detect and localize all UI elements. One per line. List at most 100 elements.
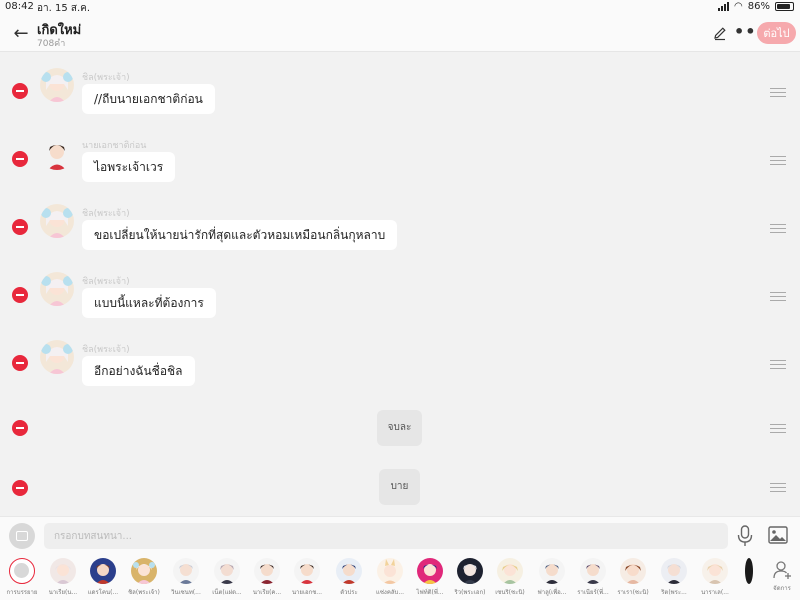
sender-name: นายเอกชาติก่อน: [82, 141, 147, 151]
character-avatar: [497, 558, 523, 584]
character-label: เน็ต(แฝด...: [212, 589, 242, 596]
character-item[interactable]: แซ่งคลับ...: [370, 558, 410, 600]
message-bubble[interactable]: ขอเปลี่ยนให้นายน่ารักที่สุดและตัวหอมเหมื…: [82, 220, 398, 250]
character-avatar: [661, 558, 687, 584]
manage-characters-icon[interactable]: [772, 560, 792, 580]
character-avatar: [214, 558, 240, 584]
character-item[interactable]: ชิล(พระเจ้า): [124, 558, 164, 600]
message-bubble[interactable]: //ถีบนายเอกชาติก่อน: [82, 84, 215, 114]
character-label: แซ่งคลับ...: [375, 589, 405, 596]
character-narration[interactable]: การบรรยาย: [2, 558, 42, 600]
sender-name: ชิล(พระเจ้า): [82, 345, 130, 355]
character-label: นาเรีย(ค...: [252, 589, 282, 596]
character-label: ราเนียร์(พี่...: [577, 589, 609, 596]
wifi-icon: ◠: [734, 1, 743, 12]
message-bubble[interactable]: ไอพระเจ้าเวร: [82, 152, 176, 182]
delete-icon[interactable]: [12, 287, 28, 303]
delete-icon[interactable]: [12, 151, 28, 167]
narration-bubble[interactable]: จบละ: [377, 410, 422, 446]
character-item[interactable]: ราเรา(ซะนิ): [613, 558, 653, 600]
character-item[interactable]: ริต(พระ...: [654, 558, 694, 600]
message-row: บาย: [0, 461, 800, 521]
manage-label: จัดการ: [773, 585, 791, 592]
next-button[interactable]: ต่อไป: [757, 22, 796, 44]
character-avatar: [745, 558, 753, 584]
character-avatar: [417, 558, 443, 584]
drag-handle-icon[interactable]: [770, 424, 786, 434]
drag-handle-icon[interactable]: [770, 88, 786, 98]
character-bar: การบรรยาย นาเรีย(น... แดรโคน(... ชิล(พระ…: [0, 552, 800, 600]
delete-icon[interactable]: [12, 219, 28, 235]
message-row: ชิล(พระเจ้า) //ถีบนายเอกชาติก่อน: [0, 62, 800, 122]
character-item[interactable]: เน็ต(แฝด...: [207, 558, 247, 600]
character-label: ริต(พระ...: [661, 589, 687, 596]
character-item[interactable]: นายเอกช...: [287, 558, 327, 600]
status-indicators: ◠ 86%: [718, 1, 794, 12]
signal-icon: [718, 2, 730, 11]
sender-name: ชิล(พระเจ้า): [82, 209, 130, 219]
character-label: ชิล(พระเจ้า): [128, 589, 160, 596]
drag-handle-icon[interactable]: [770, 224, 786, 234]
character-avatar: [173, 558, 199, 584]
character-item[interactable]: แดรโคน(...: [83, 558, 123, 600]
character-item[interactable]: ราเนียร์(พี่...: [573, 558, 613, 600]
message-type-icon[interactable]: [9, 523, 35, 549]
pencil-icon[interactable]: [712, 25, 728, 41]
image-icon[interactable]: [768, 526, 788, 544]
narration-bubble[interactable]: บาย: [379, 469, 420, 505]
delete-icon[interactable]: [12, 355, 28, 371]
back-arrow-icon[interactable]: ←: [10, 23, 32, 45]
status-date: อา. 15 ส.ค.: [37, 3, 91, 14]
delete-icon[interactable]: [12, 420, 28, 436]
delete-icon[interactable]: [12, 83, 28, 99]
character-avatar: [254, 558, 280, 584]
drag-handle-icon[interactable]: [770, 156, 786, 166]
message-bubble[interactable]: แบบนี้แหละที่ต้องการ: [82, 288, 216, 318]
drag-handle-icon[interactable]: [770, 483, 786, 493]
drag-handle-icon[interactable]: [770, 292, 786, 302]
character-label: ริว(พระเอก): [454, 589, 486, 596]
character-item[interactable]: ฟาลู(เพื่อ...: [532, 558, 572, 600]
avatar-chil: [40, 204, 74, 238]
character-avatar: [90, 558, 116, 584]
battery-percent: 86%: [747, 1, 770, 12]
character-item[interactable]: ริว(พระเอก): [450, 558, 490, 600]
avatar-chil: [40, 272, 74, 306]
character-avatar: [131, 558, 157, 584]
character-item[interactable]: นาเรีย(น...: [43, 558, 83, 600]
character-label: ราเรา(ซะนิ): [617, 589, 649, 596]
avatar-chil: [40, 68, 74, 102]
message-row: ชิล(พระเจ้า) แบบนี้แหละที่ต้องการ: [0, 266, 800, 326]
character-item-partial[interactable]: [736, 558, 756, 600]
message-row: นายเอกชาติก่อน ไอพระเจ้าเวร: [0, 130, 800, 190]
status-time: 08:42: [5, 1, 34, 12]
character-item[interactable]: ตัวประ: [329, 558, 369, 600]
battery-icon: [775, 2, 794, 11]
message-input[interactable]: [44, 523, 728, 549]
character-label: ตัวประ: [340, 589, 358, 596]
character-label: ฟาลู(เพื่อ...: [537, 589, 567, 596]
character-item[interactable]: ไฟท์ติ(พี่...: [410, 558, 450, 600]
character-label: แดรโคน(...: [87, 589, 119, 596]
narration-avatar: [9, 558, 35, 584]
delete-icon[interactable]: [12, 480, 28, 496]
character-item[interactable]: นาเรีย(ค...: [247, 558, 287, 600]
character-avatar: [50, 558, 76, 584]
character-label: นายเอกช...: [291, 589, 323, 596]
character-label: วินเซนท(...: [171, 589, 201, 596]
avatar-chil: [40, 340, 74, 374]
character-avatar: [457, 558, 483, 584]
character-item[interactable]: เซนริ(ซะนิ): [490, 558, 530, 600]
character-avatar: [294, 558, 320, 584]
microphone-icon[interactable]: [736, 525, 754, 547]
character-label: ไฟท์ติ(พี่...: [416, 589, 444, 596]
character-avatar: [377, 558, 403, 584]
message-bubble[interactable]: อีกอย่างฉันชื่อชิล: [82, 356, 195, 386]
status-bar: 08:42 อา. 15 ส.ค. ◠ 86%: [0, 0, 800, 16]
drag-handle-icon[interactable]: [770, 360, 786, 370]
sender-name: ชิล(พระเจ้า): [82, 73, 130, 83]
character-item[interactable]: วินเซนท(...: [166, 558, 206, 600]
character-item[interactable]: นาราเล(...: [695, 558, 735, 600]
character-label: เซนริ(ซะนิ): [495, 589, 525, 596]
message-row: จบละ: [0, 402, 800, 462]
